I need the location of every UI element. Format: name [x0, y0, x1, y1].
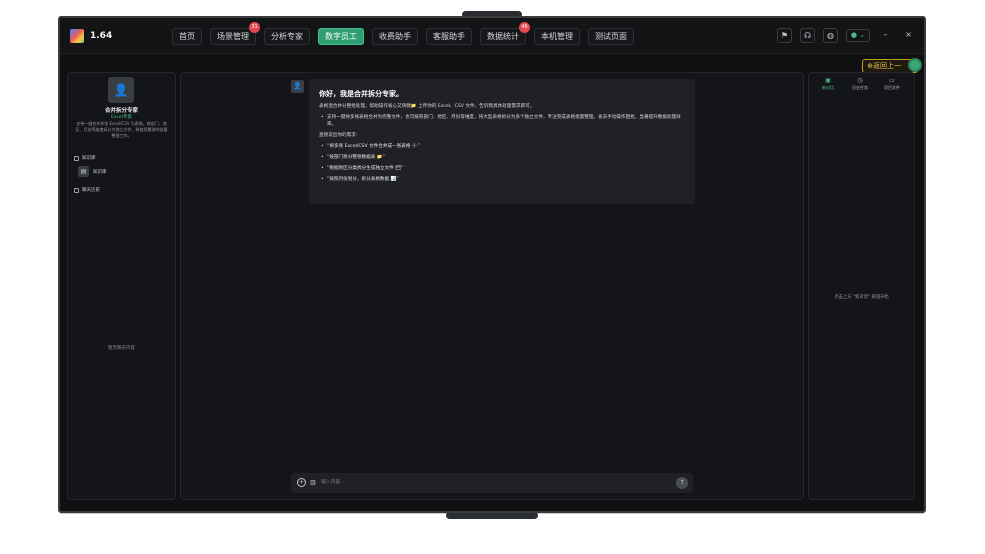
headset-icon[interactable]: ☊	[800, 28, 815, 43]
knowledge-section-header: 知识库	[74, 155, 96, 161]
example-prompt[interactable]: “根据地区分类拆分生成独立文件 🗂”	[319, 163, 685, 174]
message-title: 你好，我是合并拆分专家。	[319, 90, 403, 98]
notification-badge: 46	[519, 22, 530, 33]
tab-label: 分析专家	[271, 32, 303, 41]
new-chat-icon: ▣	[825, 77, 831, 84]
tab-label: 场景管理	[217, 32, 249, 41]
tab-label: 测试页面	[595, 32, 627, 41]
notification-badge: 31	[249, 22, 260, 33]
tab-digital-employee[interactable]: 数字员工	[318, 28, 364, 45]
add-attachment-icon[interactable]: +	[297, 478, 306, 487]
tab-label: 本机管理	[541, 32, 573, 41]
tab-history-tasks[interactable]: ◷ 历史任务	[849, 77, 871, 91]
assistant-message: 你好，我是合并拆分专家。 表格混合并分整批处理，帮助操作省心又快捷📁 上传你的 …	[309, 79, 695, 204]
brand: 1.64	[70, 29, 112, 43]
app-logo-icon	[70, 29, 84, 43]
tab-label: 首页	[179, 32, 195, 41]
return-label: 返回上一	[873, 62, 901, 70]
window-tools: ⚑ ☊ ◍ ● ⌄ – ×	[777, 28, 916, 43]
chat-history-icon	[74, 187, 79, 193]
close-button[interactable]: ×	[901, 28, 916, 43]
agent-name: 合并拆分专家	[104, 108, 138, 114]
tab-scene-management[interactable]: 场景管理 31	[210, 22, 260, 45]
tab-label: 新对话	[822, 85, 834, 90]
section-label: 聊天历史	[82, 188, 100, 193]
minimize-button[interactable]: –	[878, 28, 893, 43]
knowledge-item[interactable]: ▤ 知识库	[78, 166, 107, 177]
knowledge-icon	[74, 155, 79, 161]
tab-billing-assistant[interactable]: 收费助手	[372, 28, 418, 45]
history-icon: ◷	[857, 77, 863, 84]
monitor-stand	[446, 512, 538, 519]
folder-icon: ▭	[889, 77, 895, 84]
chat-input[interactable]: 输入内容...	[321, 479, 345, 487]
agent-avatar-icon: 👤	[108, 77, 134, 103]
example-prompt[interactable]: “按照月份划分，拆分表格数据 📊”	[319, 174, 685, 185]
history-section-header: 聊天历史	[74, 187, 100, 193]
chat-panel: 👤 你好，我是合并拆分专家。 表格混合并分整批处理，帮助操作省心又快捷📁 上传你…	[180, 72, 804, 500]
database-icon: ▤	[78, 166, 89, 177]
right-empty-hint: 点击上方 “新对话” 按钮开始	[834, 295, 889, 300]
message-intro: 表格混合并分整批处理，帮助操作省心又快捷📁 上传你的 Excel、CSV 文件，…	[319, 104, 535, 109]
chat-input-bar: + ▥ 输入内容... ↑	[291, 473, 693, 493]
tab-label: 历史任务	[852, 85, 868, 90]
globe-icon[interactable]: ◍	[823, 28, 838, 43]
tab-label: 数字员工	[325, 32, 357, 41]
history-empty-text: 暂无聊天内容	[108, 346, 135, 351]
tab-label: 收费助手	[379, 32, 411, 41]
tab-data-statistics[interactable]: 数据统计 46	[480, 22, 530, 45]
tab-label: 项目文件	[884, 85, 900, 90]
user-menu-button[interactable]: ● ⌄	[846, 29, 870, 42]
main-tabs: 首页 场景管理 31 分析专家 数字员工 收费助手 客服助手 数据统计 46 本机管…	[172, 22, 634, 45]
assistant-float-icon[interactable]	[908, 58, 922, 72]
section-label: 知识库	[82, 156, 96, 161]
top-navigation-bar: 1.64 首页 场景管理 31 分析专家 数字员工 收费助手 客服助手 数据统计 4…	[60, 18, 924, 54]
send-button[interactable]: ↑	[676, 477, 688, 489]
example-list: “将多张 Excel/CSV 文件合并成一张表格 ➕” “按部门拆分整张数据表 …	[319, 141, 685, 185]
user-icon: ●	[850, 31, 857, 39]
tab-customer-service[interactable]: 客服助手	[426, 28, 472, 45]
tab-local-management[interactable]: 本机管理	[534, 28, 580, 45]
tab-label: 客服助手	[433, 32, 465, 41]
message-prompt: 直接说出你的需求：	[319, 133, 361, 138]
tab-analysis-expert[interactable]: 分析专家	[264, 28, 310, 45]
app-window: 1.64 首页 场景管理 31 分析专家 数字员工 收费助手 客服助手 数据统计 4…	[58, 16, 926, 513]
agent-subtitle: Excel专家	[111, 115, 132, 120]
tab-project-files[interactable]: ▭ 项目文件	[881, 77, 903, 91]
tab-test-page[interactable]: 测试页面	[588, 28, 634, 45]
chevron-down-icon: ⌄	[859, 31, 866, 39]
app-version: 1.64	[90, 31, 113, 41]
example-prompt[interactable]: “按部门拆分整张数据表 📁”	[319, 152, 685, 163]
bot-avatar-icon: 👤	[291, 80, 304, 93]
agent-sidebar: 👤 合并拆分专家 Excel专家 支持一键合并多张 Excel/CSV 为表格，…	[67, 72, 176, 500]
right-tabs: ▣ 新对话 ◷ 历史任务 ▭ 项目文件	[817, 77, 903, 91]
tab-label: 数据统计	[487, 32, 519, 41]
mode-toggle-icon[interactable]: ▥	[310, 479, 318, 486]
agent-description: 支持一键合并多张 Excel/CSV 为表格，按部门、地区、月份等维度拆分为独立…	[75, 121, 168, 138]
right-panel: ▣ 新对话 ◷ 历史任务 ▭ 项目文件 点击上方 “新对话” 按钮开始	[808, 72, 915, 500]
example-prompt[interactable]: “将多张 Excel/CSV 文件合并成一张表格 ➕”	[319, 141, 685, 152]
knowledge-item-label: 知识库	[93, 169, 107, 175]
flag-icon[interactable]: ⚑	[777, 28, 792, 43]
tab-new-chat[interactable]: ▣ 新对话	[817, 77, 839, 91]
message-bullet: 支持一键将多张表格合并为完整文件，也可按照部门、地区、月份等维度，将大型表格拆分…	[319, 114, 685, 128]
tab-home[interactable]: 首页	[172, 28, 202, 45]
